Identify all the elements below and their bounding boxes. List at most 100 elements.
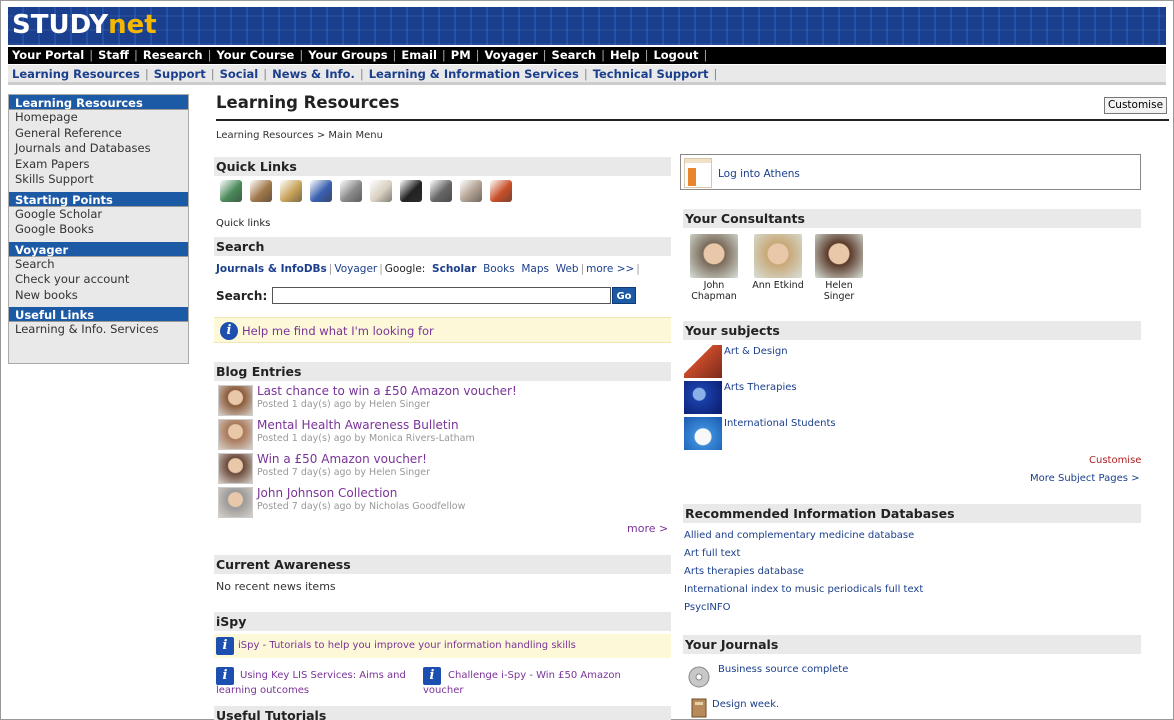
consultant-photo[interactable] [754, 234, 802, 278]
topnav-help[interactable]: Help [610, 48, 640, 62]
topnav-your-portal[interactable]: Your Portal [12, 48, 84, 62]
subnav-support[interactable]: Support [154, 67, 206, 81]
computer-icon[interactable] [430, 180, 452, 202]
sidebar-item-new-books[interactable]: New books [9, 288, 188, 304]
athens-login-link[interactable]: Log into Athens [718, 168, 800, 180]
consultant-name-line2[interactable]: Chapman [685, 291, 743, 302]
sidebar-item-general-reference[interactable]: General Reference [9, 126, 188, 142]
art-design-thumbnail[interactable] [684, 345, 722, 378]
tab-google-web[interactable]: Web [556, 263, 579, 275]
topnav-pm[interactable]: PM [451, 48, 471, 62]
subnav-social[interactable]: Social [220, 67, 259, 81]
sidebar-item-google-books[interactable]: Google Books [9, 222, 188, 238]
blog-entry: Win a £50 Amazon voucher! Posted 7 day(s)… [218, 452, 668, 486]
book-icon [686, 695, 714, 720]
tab-journals-infodbs[interactable]: Journals & InfoDBs [216, 263, 327, 275]
topnav-separator: | [644, 48, 649, 62]
help-link[interactable]: Help me find what I'm looking for [242, 324, 434, 338]
search-go-button[interactable]: Go [612, 287, 636, 304]
sidebar-heading-starting-points[interactable]: Starting Points [9, 191, 188, 207]
people-icon[interactable] [460, 180, 482, 202]
tab-google-maps[interactable]: Maps [521, 263, 549, 275]
sidebar-item-skills-support[interactable]: Skills Support [9, 172, 188, 188]
consultant-name-line1[interactable]: Helen [810, 280, 868, 291]
more-subject-pages-link[interactable]: More Subject Pages > [1030, 473, 1140, 484]
ispy-item2-line2[interactable]: voucher [423, 685, 463, 697]
consultant-name-line1[interactable]: John [685, 280, 743, 291]
subnav-learning-resources[interactable]: Learning Resources [12, 67, 140, 81]
subjects-customise-link[interactable]: Customise [1089, 455, 1141, 466]
database-link[interactable]: PsycINFO [684, 602, 731, 613]
consultant-card[interactable]: John Chapman [685, 234, 743, 302]
tab-google-books[interactable]: Books [483, 263, 515, 275]
database-link[interactable]: International index to music periodicals… [684, 584, 923, 595]
customise-button[interactable]: Customise [1104, 97, 1167, 114]
consultant-card[interactable]: Helen Singer [810, 234, 868, 302]
blog-heading: Blog Entries [214, 362, 671, 381]
topnav-logout[interactable]: Logout [653, 48, 698, 62]
search-more-link[interactable]: more >> [586, 263, 634, 275]
subject-link-art-and-design[interactable]: Art & Design [724, 346, 788, 357]
journal-link-2[interactable]: Design week. [712, 699, 779, 710]
sidebar-heading-useful-links[interactable]: Useful Links [9, 307, 188, 322]
subnav-technical-support[interactable]: Technical Support [593, 67, 709, 81]
topnav-staff[interactable]: Staff [98, 48, 129, 62]
topnav-search[interactable]: Search [552, 48, 597, 62]
studynet-logo[interactable]: STUDYnet [12, 10, 157, 40]
sidebar-item-search[interactable]: Search [9, 257, 188, 273]
sidebar-item-journals-and-databases[interactable]: Journals and Databases [9, 141, 188, 157]
subnav-news-and-info[interactable]: News & Info. [272, 67, 355, 81]
help-banner[interactable]: i Help me find what I'm looking for [214, 317, 671, 343]
blog-more-link[interactable]: more > [627, 522, 668, 535]
ispy-item1-icon: i [216, 667, 234, 685]
ispy-item1-line1[interactable]: Using Key LIS Services: Aims and [240, 670, 406, 682]
breadcrumb[interactable]: Learning Resources > Main Menu [216, 130, 383, 141]
topnav-email[interactable]: Email [401, 48, 436, 62]
topnav-your-groups[interactable]: Your Groups [308, 48, 387, 62]
sidebar-item-homepage[interactable]: Homepage [9, 110, 188, 126]
blog-entry-title[interactable]: Win a £50 Amazon voucher! [257, 452, 427, 466]
subject-link-international-students[interactable]: International Students [724, 418, 836, 429]
ispy-item1-line2[interactable]: learning outcomes [216, 685, 309, 697]
globe-thumbnail[interactable] [684, 417, 722, 450]
sidebar-item-google-scholar[interactable]: Google Scholar [9, 207, 188, 223]
sidebar-heading-voyager[interactable]: Voyager [9, 241, 188, 257]
consultant-photo[interactable] [815, 234, 863, 278]
sidebar-item-learning-and-info-services[interactable]: Learning & Info. Services [9, 322, 188, 338]
bag-icon[interactable] [250, 180, 272, 202]
consultant-photo[interactable] [690, 234, 738, 278]
topnav-separator: | [89, 48, 94, 62]
open-book-icon[interactable] [370, 180, 392, 202]
consultant-name-line2[interactable]: Singer [810, 291, 868, 302]
journal-link-1[interactable]: Business source complete [718, 664, 848, 675]
blue-book-icon[interactable] [310, 180, 332, 202]
sidebar-item-check-your-account[interactable]: Check your account [9, 272, 188, 288]
blog-entry-title[interactable]: John Johnson Collection [257, 486, 397, 500]
hand-book-icon[interactable] [280, 180, 302, 202]
binoculars-icon[interactable] [400, 180, 422, 202]
search-input[interactable] [272, 287, 611, 304]
books-icon[interactable] [220, 180, 242, 202]
tab-voyager[interactable]: Voyager [334, 263, 377, 275]
sidebar-item-exam-papers[interactable]: Exam Papers [9, 157, 188, 173]
ispy-item2-line1[interactable]: Challenge i-Spy - Win £50 Amazon [448, 670, 621, 682]
subnav-learning-and-information-services[interactable]: Learning & Information Services [369, 67, 579, 81]
ispy-banner[interactable]: i iSpy - Tutorials to help you improve y… [214, 634, 671, 658]
subject-link-arts-therapies[interactable]: Arts Therapies [724, 382, 797, 393]
database-link[interactable]: Allied and complementary medicine databa… [684, 530, 914, 541]
blog-entry-title[interactable]: Mental Health Awareness Bulletin [257, 418, 459, 432]
sidebar-heading-learning-resources[interactable]: Learning Resources [9, 95, 188, 110]
topnav-your-course[interactable]: Your Course [216, 48, 294, 62]
blog-entry-title[interactable]: Last chance to win a £50 Amazon voucher! [257, 384, 517, 398]
topnav-voyager[interactable]: Voyager [485, 48, 538, 62]
database-link[interactable]: Arts therapies database [684, 566, 804, 577]
topnav-research[interactable]: Research [143, 48, 203, 62]
tab-google-scholar[interactable]: Scholar [432, 263, 476, 275]
box-icon[interactable] [490, 180, 512, 202]
pen-icon[interactable] [340, 180, 362, 202]
arts-therapies-thumbnail[interactable] [684, 381, 722, 414]
consultant-name-line1[interactable]: Ann Etkind [749, 280, 807, 291]
ispy-banner-text[interactable]: iSpy - Tutorials to help you improve you… [238, 640, 576, 652]
database-link[interactable]: Art full text [684, 548, 740, 559]
consultant-card[interactable]: Ann Etkind [749, 234, 807, 291]
